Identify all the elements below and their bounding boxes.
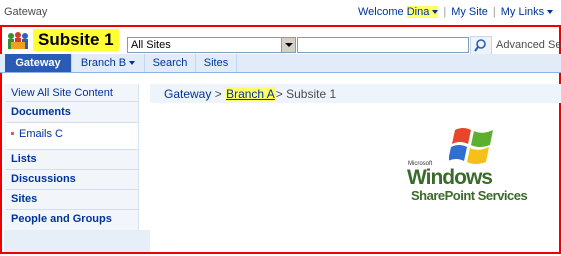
- divider: |: [492, 6, 496, 18]
- tab-label: Branch B: [80, 57, 127, 69]
- nav-item-label: Emails C: [19, 128, 64, 140]
- top-nav-tabs: Gateway Branch B Search Sites: [0, 54, 561, 73]
- tab-label: Search: [152, 57, 188, 69]
- breadcrumb-sep: >: [214, 87, 222, 101]
- global-header: Gateway Welcome Dina | My Site | My Links: [0, 0, 561, 26]
- tab-label: Gateway: [15, 57, 61, 69]
- my-site-link[interactable]: My Site: [451, 6, 488, 18]
- user-name[interactable]: Dina: [406, 6, 439, 18]
- site-title[interactable]: Subsite 1: [33, 29, 119, 51]
- view-all-site-content-link[interactable]: View All Site Content: [6, 86, 138, 102]
- search-icon: [474, 39, 486, 52]
- nav-heading-lists[interactable]: Lists: [6, 150, 138, 170]
- breadcrumb: Gateway > Branch A> Subsite 1: [164, 87, 336, 101]
- title-row: Subsite 1 All Sites Advanced Se: [0, 27, 561, 57]
- search-scope-value: All Sites: [131, 39, 171, 51]
- top-site-link[interactable]: Gateway: [4, 6, 47, 18]
- nav-footer: [4, 230, 150, 252]
- welcome-label: Welcome: [358, 6, 407, 18]
- user-name-text: Dina: [406, 6, 430, 18]
- tab-label: Sites: [203, 57, 229, 69]
- sharepoint-logo: Microsoft Windows SharePoint Services: [407, 124, 552, 206]
- breadcrumb-current: Subsite 1: [286, 87, 337, 101]
- chevron-down-icon: [547, 10, 554, 15]
- search-button[interactable]: [470, 36, 492, 55]
- my-links-label: My Links: [500, 6, 545, 18]
- breadcrumb-root[interactable]: Gateway: [164, 87, 211, 101]
- breadcrumb-sep: >: [275, 87, 283, 101]
- tab-sites[interactable]: Sites: [196, 54, 237, 72]
- breadcrumb-branch[interactable]: Branch A: [225, 87, 276, 101]
- sharepoint-wordmark: SharePoint Services: [411, 188, 528, 203]
- my-links-menu[interactable]: My Links: [500, 6, 554, 18]
- advanced-search-link[interactable]: Advanced Se: [496, 39, 561, 51]
- tab-search[interactable]: Search: [145, 54, 196, 72]
- bullet-icon: [11, 131, 14, 135]
- windows-flag-icon: [449, 128, 493, 164]
- windows-wordmark: Windows: [407, 166, 493, 189]
- tab-gateway[interactable]: Gateway: [5, 54, 72, 72]
- tab-branch-b[interactable]: Branch B: [72, 54, 145, 72]
- nav-heading-discussions[interactable]: Discussions: [6, 170, 138, 190]
- nav-heading-documents[interactable]: Documents: [6, 102, 138, 123]
- welcome-menu[interactable]: Welcome Dina | My Site | My Links: [358, 6, 554, 18]
- chevron-down-icon: [129, 61, 136, 66]
- site-logo-icon: [8, 32, 28, 49]
- chevron-down-icon: [432, 10, 439, 15]
- search-scope-select[interactable]: All Sites: [127, 37, 296, 53]
- nav-heading-people-and-groups[interactable]: People and Groups: [6, 210, 138, 229]
- search-input[interactable]: [297, 37, 469, 53]
- nav-item-emails[interactable]: Emails C: [6, 123, 138, 150]
- nav-heading-sites[interactable]: Sites: [6, 190, 138, 210]
- quick-launch: View All Site Content Documents Emails C…: [4, 84, 139, 230]
- divider: |: [443, 6, 447, 18]
- dropdown-arrow-icon[interactable]: [281, 38, 295, 52]
